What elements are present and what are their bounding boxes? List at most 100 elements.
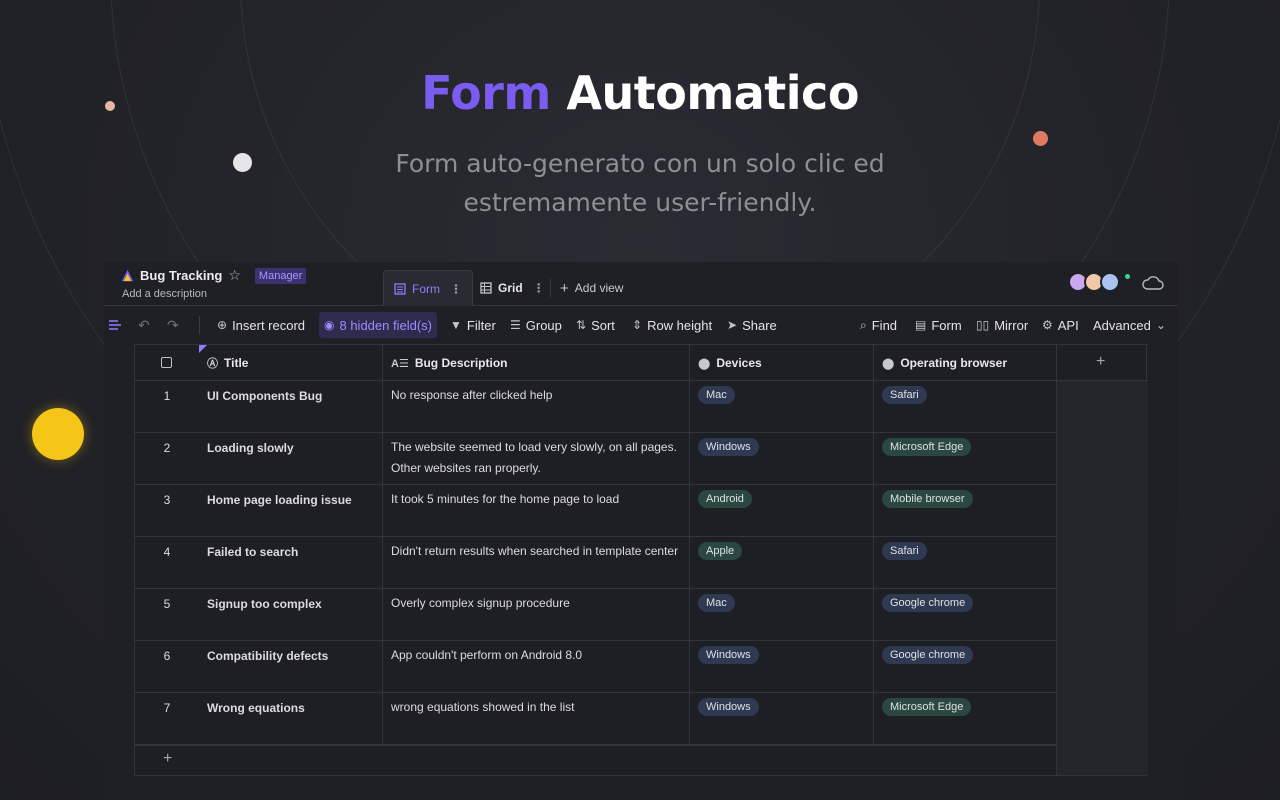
online-indicator xyxy=(1125,274,1130,279)
filter-button[interactable]: ▼ Filter xyxy=(450,306,496,344)
sort-icon: ⇅ xyxy=(576,318,587,332)
star-icon[interactable]: ☆ xyxy=(228,267,241,284)
redo-icon[interactable]: ↷ xyxy=(167,317,179,334)
share-label: Share xyxy=(742,317,777,333)
datasheet-logo-icon xyxy=(121,269,134,282)
browser-tag[interactable]: Google chrome xyxy=(882,646,974,664)
more-vertical-icon[interactable]: ⋮ xyxy=(450,282,462,296)
row-height-label: Row height xyxy=(647,317,713,333)
hidden-fields-label: 8 hidden field(s) xyxy=(339,317,432,333)
advanced-label: Advanced xyxy=(1093,317,1151,333)
collaborator-avatars[interactable] xyxy=(1068,272,1120,292)
form-label: Form xyxy=(931,317,962,333)
mirror-label: Mirror xyxy=(994,317,1029,333)
share-icon: ➤ xyxy=(727,318,738,332)
undo-icon[interactable]: ↶ xyxy=(138,317,150,334)
toolbar-divider xyxy=(199,316,200,334)
column-header-operating-browser[interactable]: ⬤ Operating browser xyxy=(882,345,1007,381)
device-tag[interactable]: Mac xyxy=(698,386,735,404)
table-row[interactable]: 3 Home page loading issue It took 5 minute… xyxy=(135,485,1056,537)
mirror-button[interactable]: ▯▯ Mirror xyxy=(976,306,1028,344)
select-all-checkbox[interactable] xyxy=(161,357,172,368)
filter-icon: ▼ xyxy=(450,318,462,332)
share-button[interactable]: ➤ Share xyxy=(727,306,777,344)
device-tag[interactable]: Android xyxy=(698,490,752,508)
cell-bug-description[interactable]: No response after clicked help xyxy=(391,385,683,437)
tab-label: Grid xyxy=(498,281,523,295)
hidden-fields-button[interactable]: ◉ 8 hidden field(s) xyxy=(319,312,437,338)
table-row[interactable]: 4 Failed to search Didn't return results w… xyxy=(135,537,1056,589)
table-row[interactable]: 1 UI Components Bug No response after clic… xyxy=(135,381,1056,433)
browser-tag[interactable]: Mobile browser xyxy=(882,490,973,508)
table-row[interactable]: 7 Wrong equations wrong equations showed i… xyxy=(135,693,1056,745)
form-icon xyxy=(394,282,406,295)
long-text-icon: A☰ xyxy=(391,357,409,370)
decor-dot xyxy=(32,408,84,460)
tab-form[interactable]: Form ⋮ xyxy=(383,270,473,306)
search-icon: ⌕ xyxy=(860,317,867,332)
hero-title-accent: Form xyxy=(421,66,551,120)
column-divider xyxy=(382,344,383,745)
advanced-button[interactable]: Advanced ⌄ xyxy=(1093,306,1166,344)
browser-tag[interactable]: Safari xyxy=(882,386,927,404)
device-tag[interactable]: Windows xyxy=(698,438,759,456)
text-field-icon: Ⓐ xyxy=(207,358,218,370)
eye-icon: ◉ xyxy=(324,318,335,332)
datasheet-description[interactable]: Add a description xyxy=(122,288,207,300)
column-header-devices[interactable]: ⬤ Devices xyxy=(698,345,762,381)
plus-circle-icon: ⊕ xyxy=(217,318,228,332)
device-tag[interactable]: Apple xyxy=(698,542,743,560)
find-button[interactable]: ⌕ Find xyxy=(860,306,897,344)
device-tag[interactable]: Windows xyxy=(698,698,759,716)
single-select-icon: ⬤ xyxy=(698,357,711,370)
role-badge: Manager xyxy=(254,267,307,284)
device-tag[interactable]: Mac xyxy=(698,594,735,612)
datasheet-name[interactable]: Bug Tracking xyxy=(140,268,222,283)
sort-button[interactable]: ⇅ Sort xyxy=(576,306,615,344)
data-grid: Ⓐ Title A☰ Bug Description ⬤ Devices ⬤ O… xyxy=(134,344,1148,776)
tab-grid[interactable]: Grid ⋮ xyxy=(470,270,555,306)
hero-subtitle-line: estremamente user-friendly. xyxy=(463,188,817,217)
api-icon: ⚙ xyxy=(1042,318,1053,332)
browser-tag[interactable]: Microsoft Edge xyxy=(882,438,972,456)
api-label: API xyxy=(1057,317,1079,333)
cloud-sync-icon[interactable] xyxy=(1141,274,1165,292)
table-row[interactable]: 5 Signup too complex Overly complex signup… xyxy=(135,589,1056,641)
add-row-icon[interactable]: + xyxy=(163,750,172,768)
hero-title-rest: Automatico xyxy=(566,66,859,120)
column-divider xyxy=(689,344,690,745)
cell-bug-description[interactable]: App couldn't perform on Android 8.0 xyxy=(391,645,683,697)
tab-label: Form xyxy=(412,281,440,296)
cell-bug-description[interactable]: Overly complex signup procedure xyxy=(391,593,683,645)
cell-bug-description[interactable]: wrong equations showed in the list xyxy=(391,697,683,749)
table-row[interactable]: 2 Loading slowly The website seemed to loa… xyxy=(135,433,1056,485)
browser-tag[interactable]: Microsoft Edge xyxy=(882,698,972,716)
group-button[interactable]: ☰ Group xyxy=(510,306,562,344)
column-header-label: Title xyxy=(224,356,249,370)
find-label: Find xyxy=(871,317,898,333)
browser-tag[interactable]: Safari xyxy=(882,542,927,560)
more-vertical-icon[interactable]: ⋮ xyxy=(533,281,545,295)
cell-bug-description[interactable]: The website seemed to load very slowly, … xyxy=(391,437,683,489)
empty-column-area xyxy=(1056,381,1148,775)
sidebar-toggle-icon[interactable] xyxy=(108,319,122,331)
add-view-button[interactable]: + Add view xyxy=(550,270,633,306)
device-tag[interactable]: Windows xyxy=(698,646,759,664)
column-header-title[interactable]: Ⓐ Title xyxy=(207,345,248,381)
add-row-bar[interactable]: + xyxy=(135,745,1056,775)
column-header-label: Bug Description xyxy=(414,356,508,370)
single-select-icon: ⬤ xyxy=(882,357,895,370)
add-column-icon[interactable]: + xyxy=(1096,353,1105,371)
insert-record-button[interactable]: ⊕ Insert record xyxy=(217,306,305,344)
view-toolbar: ↶ ↷ ⊕ Insert record ◉ 8 hidden field(s) … xyxy=(104,306,1178,344)
browser-tag[interactable]: Google chrome xyxy=(882,594,974,612)
api-button[interactable]: ⚙ API xyxy=(1042,306,1079,344)
filter-label: Filter xyxy=(466,317,496,333)
form-button[interactable]: ▤ Form xyxy=(915,306,962,344)
app-window: Bug Tracking ☆ Manager Add a description… xyxy=(104,262,1178,800)
cell-bug-description[interactable]: Didn't return results when searched in t… xyxy=(391,541,683,593)
table-row[interactable]: 6 Compatibility defects App couldn't perfo… xyxy=(135,641,1056,693)
row-height-button[interactable]: ⇕ Row height xyxy=(632,306,712,344)
cell-bug-description[interactable]: It took 5 minutes for the home page to l… xyxy=(391,489,683,541)
column-header-bug-description[interactable]: A☰ Bug Description xyxy=(391,345,507,381)
